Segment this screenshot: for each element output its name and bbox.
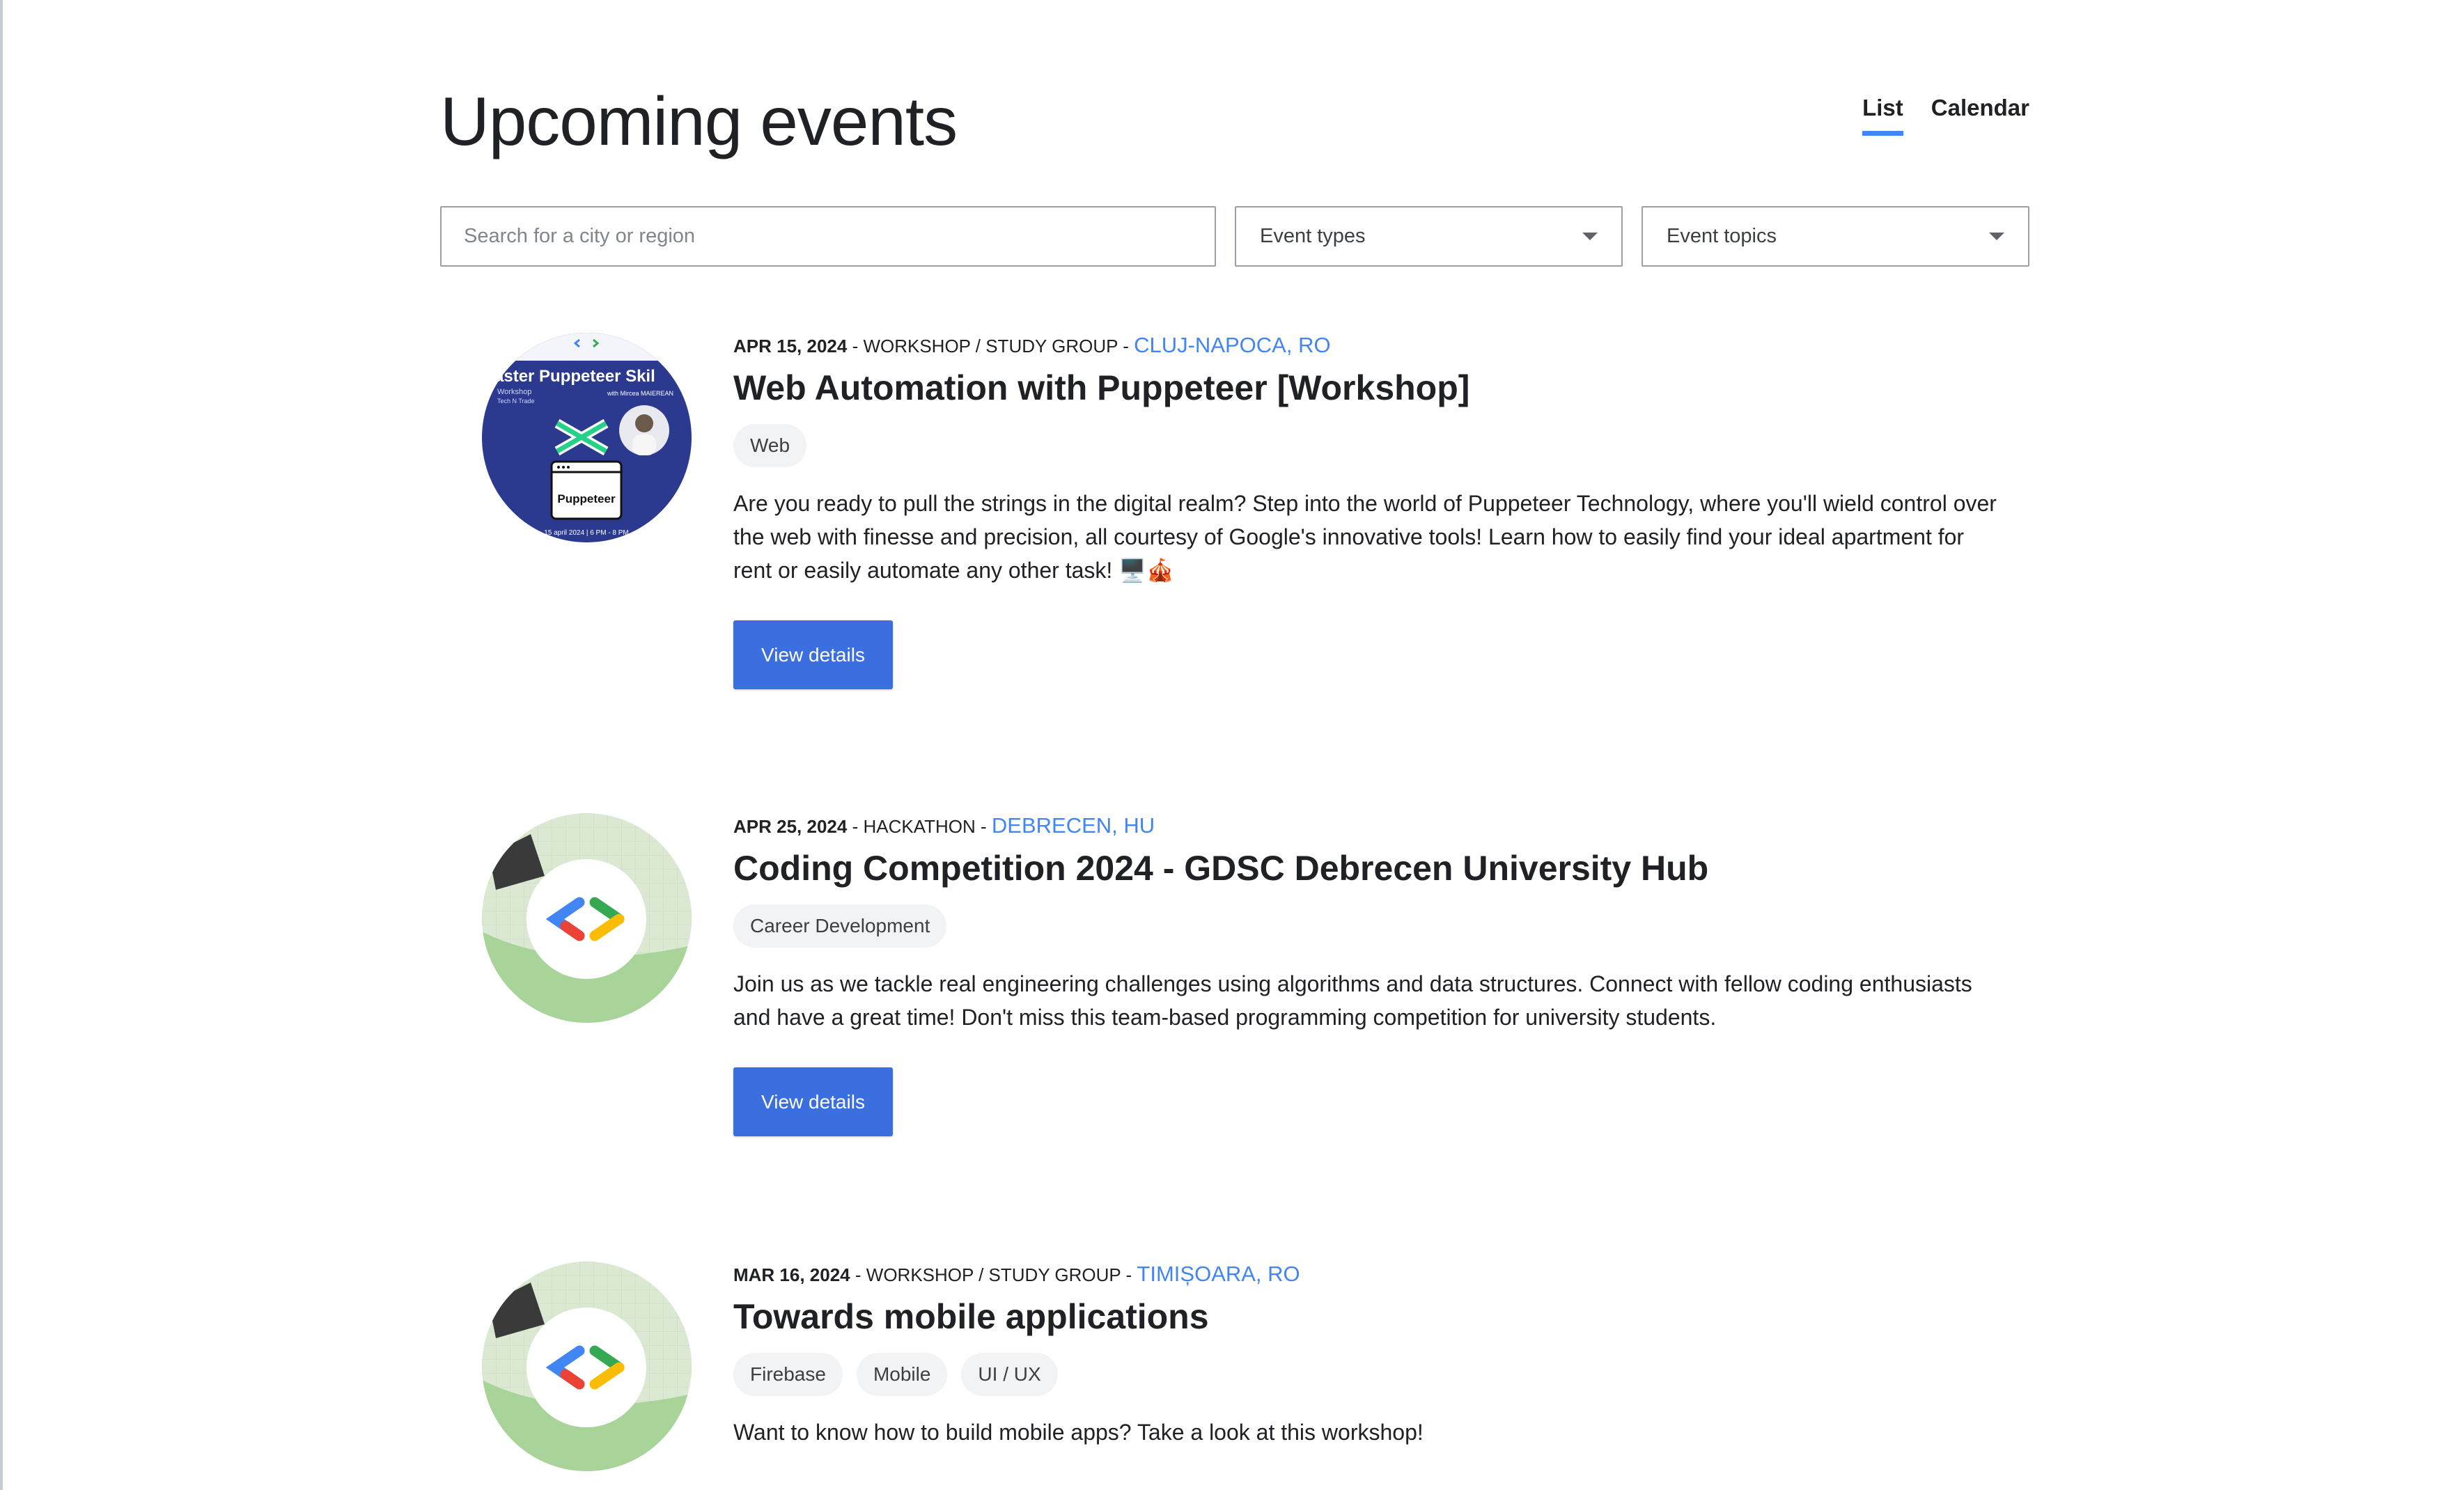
poster-headline: aster Puppeteer Skil: [494, 367, 655, 386]
meta-separator: -: [1125, 1264, 1137, 1285]
event-description: Want to know how to build mobile apps? T…: [733, 1420, 1424, 1445]
event-thumbnail[interactable]: aster Puppeteer Skil Workshop Tech N Tra…: [482, 333, 692, 542]
event-title[interactable]: Coding Competition 2024 - GDSC Debrecen …: [733, 846, 2001, 891]
event-topics-select[interactable]: Event topics: [1642, 206, 2029, 267]
meta-separator: -: [1123, 336, 1134, 356]
filters-bar: Event types Event topics: [440, 206, 2029, 267]
poster-speaker: with Mircea MAIEREAN: [607, 390, 673, 397]
page-title: Upcoming events: [440, 83, 958, 159]
event-meta: APR 15, 2024 - WORKSHOP / STUDY GROUP - …: [733, 333, 2001, 359]
event-type: WORKSHOP / STUDY GROUP: [866, 1264, 1121, 1285]
event-meta: MAR 16, 2024 - WORKSHOP / STUDY GROUP - …: [733, 1262, 2001, 1287]
event-title[interactable]: Towards mobile applications: [733, 1294, 2001, 1339]
view-details-button[interactable]: View details: [733, 1067, 893, 1136]
event-tags: Firebase Mobile UI / UX: [733, 1353, 2001, 1396]
gdsc-logo-image: [482, 1262, 692, 1471]
event-description: Are you ready to pull the strings in the…: [733, 491, 1997, 583]
meta-separator: -: [855, 1264, 866, 1285]
puppeteer-poster-image: aster Puppeteer Skil Workshop Tech N Tra…: [482, 333, 692, 542]
event-thumbnail[interactable]: [482, 1262, 692, 1471]
event-topics-label: Event topics: [1667, 225, 1777, 247]
event-location-link[interactable]: DEBRECEN, HU: [992, 813, 1155, 838]
tab-calendar[interactable]: Calendar: [1931, 95, 2029, 136]
event-tag: UI / UX: [961, 1353, 1058, 1396]
event-content: MAR 16, 2024 - WORKSHOP / STUDY GROUP - …: [733, 1262, 2001, 1449]
poster-footer: 15 april 2024 | 6 PM - 8 PM: [544, 529, 629, 537]
page: Upcoming events List Calendar Event type…: [0, 0, 2464, 1490]
event-tag: Web: [733, 424, 807, 467]
event-tag: Career Development: [733, 904, 947, 948]
event-location-link[interactable]: TIMIȘOARA, RO: [1137, 1262, 1300, 1286]
poster-logo-text: Puppeteer: [557, 492, 616, 505]
event-location-link[interactable]: CLUJ-NAPOCA, RO: [1134, 333, 1330, 357]
view-tabs: List Calendar: [1862, 95, 2029, 136]
event-tag: Firebase: [733, 1353, 843, 1396]
caret-down-icon: [1989, 233, 2004, 240]
tab-list[interactable]: List: [1862, 95, 1903, 136]
event-types-label: Event types: [1260, 225, 1366, 247]
event-type: HACKATHON: [863, 816, 976, 837]
search-input[interactable]: [440, 206, 1216, 267]
meta-separator: -: [981, 816, 992, 837]
poster-subtitle: Workshop: [497, 388, 531, 396]
event-content: APR 15, 2024 - WORKSHOP / STUDY GROUP - …: [733, 333, 2001, 689]
poster-brand: Tech N Trade: [497, 398, 535, 405]
event-thumbnail[interactable]: [482, 813, 692, 1023]
event-types-select[interactable]: Event types: [1235, 206, 1623, 267]
event-description: Join us as we tackle real engineering ch…: [733, 971, 1972, 1030]
event-tags: Web: [733, 424, 2001, 467]
event-date: APR 25, 2024: [733, 816, 848, 837]
meta-separator: -: [852, 336, 864, 356]
event-title[interactable]: Web Automation with Puppeteer [Workshop]: [733, 366, 2001, 410]
event-type: WORKSHOP / STUDY GROUP: [863, 336, 1118, 356]
meta-separator: -: [852, 816, 864, 837]
event-meta: APR 25, 2024 - HACKATHON - DEBRECEN, HU: [733, 813, 2001, 839]
gdsc-logo-image: [482, 813, 692, 1023]
event-date: MAR 16, 2024: [733, 1264, 850, 1285]
event-content: APR 25, 2024 - HACKATHON - DEBRECEN, HU …: [733, 813, 2001, 1136]
event-date: APR 15, 2024: [733, 336, 848, 356]
event-tags: Career Development: [733, 904, 2001, 948]
caret-down-icon: [1582, 233, 1598, 240]
view-details-button[interactable]: View details: [733, 620, 893, 689]
event-tag: Mobile: [856, 1353, 948, 1396]
